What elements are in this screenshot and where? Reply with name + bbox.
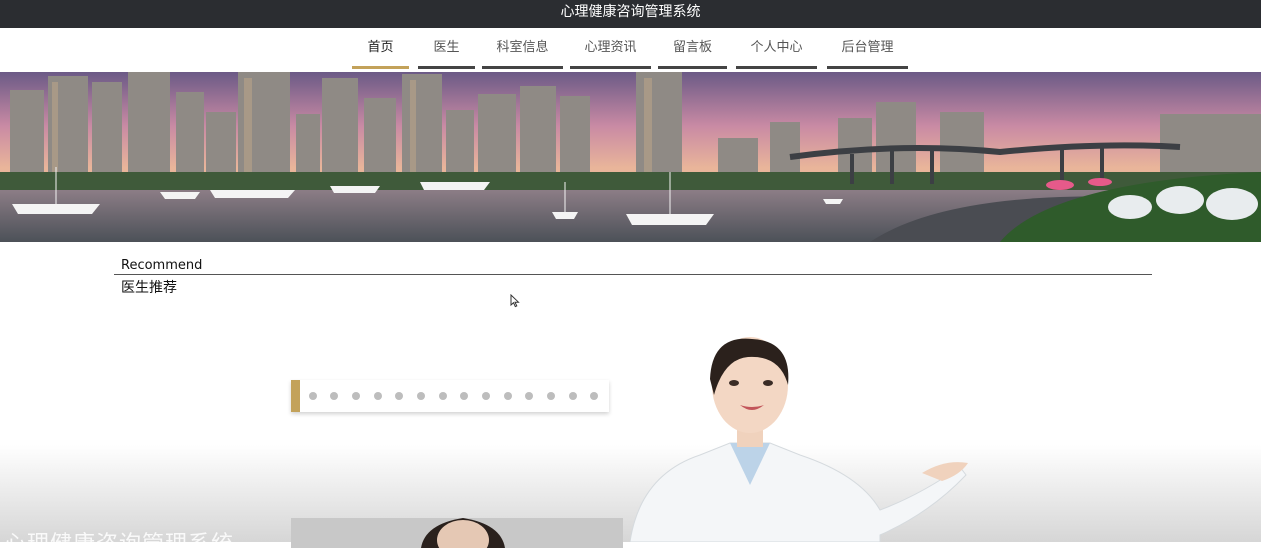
pager-dot[interactable] (460, 392, 468, 400)
pager-dot[interactable] (525, 392, 533, 400)
pager-dot[interactable] (330, 392, 338, 400)
city-waterfront-image (0, 72, 1261, 242)
pager-dot[interactable] (439, 392, 447, 400)
watermark-text: 心理健康咨询管理系统 (4, 532, 235, 557)
banner-image (0, 72, 1261, 242)
nav-item-news[interactable]: 心理资讯 (570, 38, 651, 69)
nav-item-home[interactable]: 首页 (352, 38, 409, 69)
pager-dot[interactable] (482, 392, 490, 400)
nav-item-doctors[interactable]: 医生 (418, 38, 475, 69)
nav-item-user-center[interactable]: 个人中心 (736, 38, 817, 69)
mouse-pointer-icon (510, 293, 520, 312)
pager-dot[interactable] (352, 392, 360, 400)
pager-dot[interactable] (309, 392, 317, 400)
nav-item-admin[interactable]: 后台管理 (827, 38, 908, 69)
pager-dot[interactable] (417, 392, 425, 400)
nav-item-departments[interactable]: 科室信息 (482, 38, 563, 69)
section-title-cn: 医生推荐 (121, 280, 177, 296)
pager-dot[interactable] (395, 392, 403, 400)
section-divider (114, 274, 1152, 275)
pager-dot[interactable] (569, 392, 577, 400)
pager-accent (291, 380, 300, 412)
pager-dot[interactable] (374, 392, 382, 400)
doctor-photo (421, 518, 505, 548)
pager-dot[interactable] (590, 392, 598, 400)
site-header: 心理健康咨询管理系统 (0, 0, 1261, 28)
nav-item-message-board[interactable]: 留言板 (658, 38, 727, 69)
site-title: 心理健康咨询管理系统 (560, 4, 701, 20)
doctor-card[interactable] (291, 518, 623, 548)
doctor-illustration (629, 335, 975, 543)
main-nav: 首页 医生 科室信息 心理资讯 留言板 个人中心 后台管理 (0, 28, 1261, 72)
carousel-pager (291, 380, 609, 412)
pager-dot[interactable] (547, 392, 555, 400)
section-title-en: Recommend (121, 258, 203, 273)
pager-dot[interactable] (504, 392, 512, 400)
